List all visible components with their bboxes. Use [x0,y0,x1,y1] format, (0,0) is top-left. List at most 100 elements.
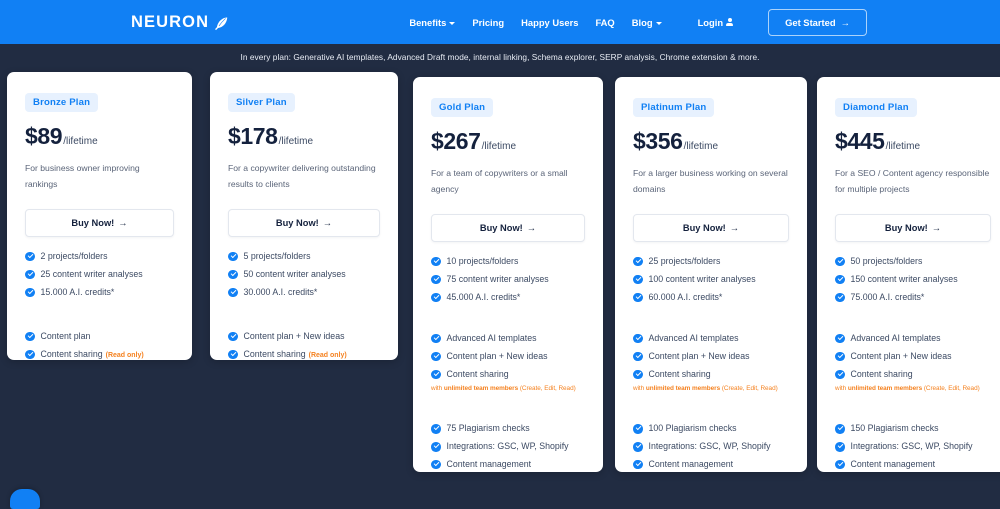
top-navbar: NEURON Benefits Pricing Happy Users FAQ … [0,0,1000,44]
list-item: Content plan + New ideas [835,351,991,362]
brand-name: NEURON [131,12,210,31]
check-icon [228,349,238,360]
buy-now-label: Buy Now! [71,217,115,228]
nav-item-happy-users[interactable]: Happy Users [521,17,578,28]
list-item: Advanced AI templates [835,333,991,344]
get-started-button[interactable]: Get Started → [768,8,867,36]
login-label: Login [697,16,724,28]
sharing-subnote: with unlimited team members (Create, Edi… [633,385,789,393]
plan-badge: Gold Plan [431,98,494,117]
list-item: Content sharing [431,369,585,380]
sharing-subnote-prefix: with [633,384,646,392]
nav-item-faq[interactable]: FAQ [595,17,614,28]
plan-price-amount: $178 [228,123,278,149]
check-icon [835,424,845,434]
check-icon [25,269,35,280]
pricing-card-diamond[interactable]: Diamond Plan $445 /lifetime For a SEO / … [817,77,1000,472]
pricing-card-platinum[interactable]: Platinum Plan $356 /lifetime For a large… [615,77,807,472]
feature-label: Content management [850,458,936,469]
check-icon [835,459,845,470]
list-item: Content plan + New ideas [228,331,380,342]
pricing-card-bronze[interactable]: Bronze Plan $89 /lifetime For business o… [7,72,192,360]
list-item: Content management [431,459,585,470]
plan-price-period: /lifetime [481,141,517,152]
nav-item-happy-users-label: Happy Users [521,16,579,28]
check-icon [633,274,643,285]
check-icon [228,287,238,298]
feature-label: 45.000 A.I. credits* [446,291,521,302]
feature-label: 15.000 A.I. credits* [40,286,115,297]
list-item: Content sharing [835,369,991,380]
nav-item-benefits[interactable]: Benefits [409,17,456,28]
list-item: Advanced AI templates [431,333,585,344]
check-icon [228,331,238,342]
buy-now-button[interactable]: Buy Now! → [431,213,585,242]
feature-label: 100 Plagiarism checks [648,423,737,434]
plan-tagline: For a team of copywriters or a small age… [431,168,568,194]
check-icon [25,331,35,342]
check-icon [431,424,441,434]
sharing-subnote-bold: unlimited team members [847,384,923,392]
plan-tagline: For a copywriter delivering outstanding … [228,163,376,189]
list-item: 15.000 A.I. credits* [25,287,174,298]
brand-logo[interactable]: NEURON [131,13,228,32]
check-icon [431,292,441,303]
feature-label: Integrations: GSC, WP, Shopify [648,441,771,451]
list-item: Content plan [25,331,174,342]
feature-group-quota: 25 projects/folders 100 content writer a… [633,256,789,303]
plan-price-amount: $267 [431,128,481,154]
list-item: 25 projects/folders [633,256,789,267]
feature-label: 50 projects/folders [850,255,923,266]
sharing-label: Content sharing [40,348,103,359]
plan-price-amount: $356 [633,128,683,154]
nav-item-blog[interactable]: Blog [632,17,662,28]
feature-label: 30.000 A.I. credits* [243,286,318,297]
feature-label: Integrations: GSC, WP, Shopify [446,441,569,451]
sharing-subnote-bold: unlimited team members [443,384,519,392]
pricing-card-gold[interactable]: Gold Plan $267 /lifetime For a team of c… [413,77,603,472]
chat-bubble-icon[interactable] [10,489,40,509]
buy-now-button[interactable]: Buy Now! → [228,208,380,237]
check-icon [25,349,35,360]
list-item: Content sharing [633,369,789,380]
list-item: 100 content writer analyses [633,274,789,285]
feature-label: 150 Plagiarism checks [850,423,939,434]
list-item: 45.000 A.I. credits* [431,292,585,303]
check-icon [431,256,441,267]
buy-now-label: Buy Now! [275,217,319,228]
feature-label: Content management [648,458,734,469]
list-item: Content plan + New ideas [431,351,585,362]
sharing-note: (Read only) [308,351,347,359]
feature-group-extras: 150 Plagiarism checks Integrations: GSC,… [835,423,991,470]
sharing-subnote-prefix: with [835,384,848,392]
nav-item-pricing[interactable]: Pricing [472,17,504,28]
buy-now-button[interactable]: Buy Now! → [835,213,991,242]
included-features-text: In every plan: Generative AI templates, … [240,52,760,62]
feature-label: Content plan + New ideas [850,350,952,361]
plan-price-amount: $89 [25,123,63,149]
plan-tagline: For a SEO / Content agency responsible f… [835,168,990,194]
check-icon [835,442,845,452]
feature-label: 75.000 A.I. credits* [850,291,925,302]
feature-group-content: Content plan Content sharing (Read only) [25,331,174,361]
plan-price: $89 /lifetime [25,123,174,150]
buy-now-button[interactable]: Buy Now! → [25,208,174,237]
chevron-down-icon [449,21,456,25]
get-started-label: Get Started [785,16,836,28]
list-item: Content sharing (Read only) [25,349,174,361]
feature-label-sharing: Content sharing (Read only) [244,349,347,361]
pricing-card-silver[interactable]: Silver Plan $178 /lifetime For a copywri… [210,72,398,360]
check-icon [633,369,643,380]
feature-group-content: Advanced AI templates Content plan + New… [835,333,991,393]
check-icon [431,274,441,285]
check-icon [431,459,441,470]
sharing-note: (Read only) [105,351,144,359]
plan-badge: Diamond Plan [835,98,917,117]
buy-now-button[interactable]: Buy Now! → [633,213,789,242]
plan-price: $356 /lifetime [633,128,789,155]
feature-label: 50 content writer analyses [243,268,346,279]
login-button[interactable]: Login [698,17,734,28]
check-icon [25,287,35,298]
sharing-label: Content sharing [446,368,509,379]
check-icon [25,251,35,262]
